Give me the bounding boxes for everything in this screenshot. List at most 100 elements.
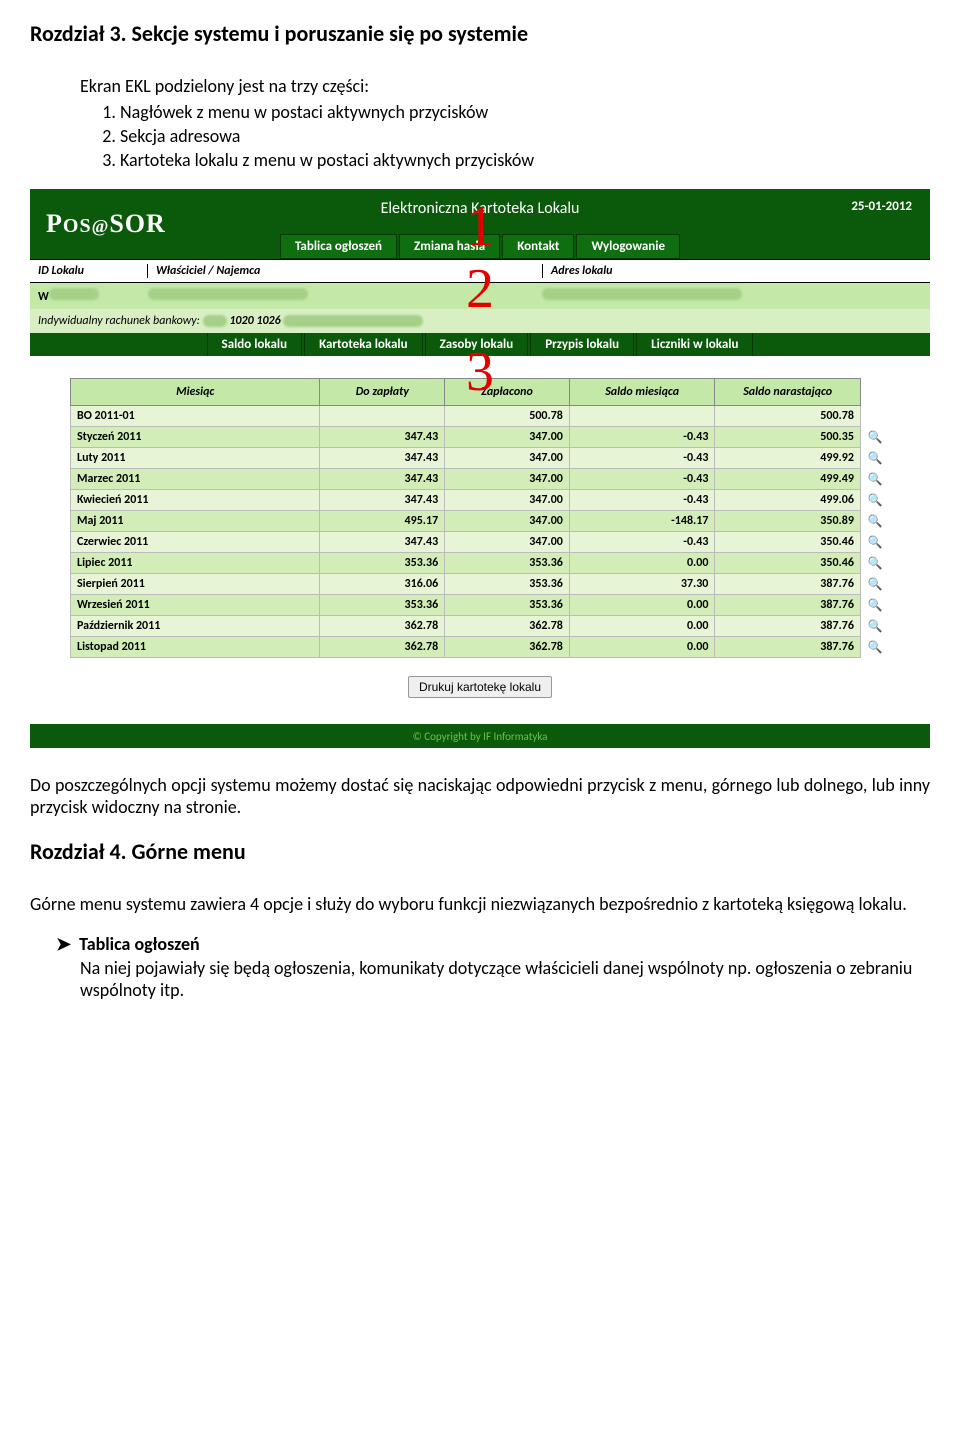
cell-saldo-miesiaca: 0.00 [569,637,715,658]
magnifier-icon[interactable]: 🔍 [867,494,882,508]
top-menu: Tablica ogłoszeń Zmiana hasła Kontakt Wy… [280,234,680,259]
cell-zaplacono: 362.78 [445,616,570,637]
cell-zaplacono: 347.00 [445,427,570,448]
magnifier-icon[interactable]: 🔍 [867,536,882,550]
cell-zaplacono: 500.78 [445,406,570,427]
cell-do-zaplaty [320,406,445,427]
cell-do-zaplaty: 347.43 [320,469,445,490]
magnifier-icon[interactable]: 🔍 [867,515,882,529]
bullet-body: Na niej pojawiały się będą ogłoszenia, k… [80,957,930,1001]
cell-month: Czerwiec 2011 [71,532,320,553]
table-row: Kwiecień 2011347.43347.00-0.43499.06🔍 [71,490,890,511]
cell-saldo-narastajaco: 499.49 [715,469,861,490]
menu-wylogowanie[interactable]: Wylogowanie [576,234,680,259]
cell-zaplacono: 347.00 [445,490,570,511]
bank-label: Indywidualny rachunek bankowy: [38,314,200,328]
tab-kartoteka-lokalu[interactable]: Kartoteka lokalu [304,333,423,356]
menu-tablica-ogloszen[interactable]: Tablica ogłoszeń [280,234,397,259]
cell-do-zaplaty: 316.06 [320,574,445,595]
magnifier-icon[interactable]: 🔍 [867,431,882,445]
magnifier-icon[interactable]: 🔍 [867,620,882,634]
section-menu: Saldo lokalu Kartoteka lokalu Zasoby lok… [30,333,930,356]
cell-do-zaplaty: 353.36 [320,553,445,574]
magnifier-icon[interactable]: 🔍 [867,578,882,592]
cell-zaplacono: 353.36 [445,553,570,574]
cell-month: Sierpień 2011 [71,574,320,595]
magnifier-icon[interactable]: 🔍 [867,599,882,613]
cell-saldo-miesiaca: -0.43 [569,490,715,511]
cell-month: Luty 2011 [71,448,320,469]
table-row: Październik 2011362.78362.780.00387.76🔍 [71,616,890,637]
bank-row: Indywidualny rachunek bankowy: 1020 1026 [30,309,930,333]
cell-saldo-narastajaco: 387.76 [715,595,861,616]
cell-do-zaplaty: 347.43 [320,532,445,553]
cell-month: Październik 2011 [71,616,320,637]
intro-item-2: Sekcja adresowa [120,125,930,147]
table-row: Wrzesień 2011353.36353.360.00387.76🔍 [71,595,890,616]
col-wlasciciel: Właściciel / Najemca [148,264,542,278]
cell-month: Maj 2011 [71,511,320,532]
cell-month: Kwiecień 2011 [71,490,320,511]
cell-zaplacono: 347.00 [445,511,570,532]
cell-month: Listopad 2011 [71,637,320,658]
table-row: Listopad 2011362.78362.780.00387.76🔍 [71,637,890,658]
th-saldo-narastajaco: Saldo narastająco [715,379,861,406]
magnifier-icon[interactable]: 🔍 [867,557,882,571]
footer-bar: © Copyright by IF Informatyka [30,724,930,748]
th-zaplacono: Zapłacono [445,379,570,406]
cell-saldo-narastajaco: 387.76 [715,574,861,595]
cell-saldo-miesiaca: -0.43 [569,427,715,448]
app-title: Elektroniczna Kartoteka Lokalu [381,199,580,218]
cell-saldo-miesiaca: 0.00 [569,553,715,574]
cell-zaplacono: 347.00 [445,532,570,553]
app-date: 25-01-2012 [851,199,912,214]
cell-saldo-miesiaca [569,406,715,427]
address-blurred [542,288,742,300]
magnifier-icon[interactable]: 🔍 [867,473,882,487]
app-screenshot: POS@SOR Elektroniczna Kartoteka Lokalu 2… [30,189,930,748]
cell-month: Wrzesień 2011 [71,595,320,616]
id-lokalu-value: W [38,290,49,304]
chapter-3-title: Rozdział 3. Sekcje systemu i poruszanie … [30,20,930,47]
table-row: Luty 2011347.43347.00-0.43499.92🔍 [71,448,890,469]
table-row: Marzec 2011347.43347.00-0.43499.49🔍 [71,469,890,490]
cell-saldo-narastajaco: 500.78 [715,406,861,427]
th-saldo-miesiaca: Saldo miesiąca [569,379,715,406]
tab-saldo-lokalu[interactable]: Saldo lokalu [207,333,303,356]
cell-zaplacono: 347.00 [445,448,570,469]
paragraph-options: Do poszczególnych opcji systemu możemy d… [30,774,930,818]
table-row: Styczeń 2011347.43347.00-0.43500.35🔍 [71,427,890,448]
magnifier-icon[interactable]: 🔍 [867,452,882,466]
cell-saldo-narastajaco: 350.89 [715,511,861,532]
chapter-4-paragraph: Górne menu systemu zawiera 4 opcje i słu… [30,893,930,915]
cell-saldo-narastajaco: 499.06 [715,490,861,511]
th-do-zaplaty: Do zapłaty [320,379,445,406]
owner-blurred [148,288,308,300]
menu-kontakt[interactable]: Kontakt [502,234,574,259]
id-data-row: W [30,283,930,309]
tab-zasoby-lokalu[interactable]: Zasoby lokalu [425,333,529,356]
table-row: Maj 2011495.17347.00-148.17350.89🔍 [71,511,890,532]
cell-saldo-narastajaco: 387.76 [715,616,861,637]
table-row: Czerwiec 2011347.43347.00-0.43350.46🔍 [71,532,890,553]
cell-zaplacono: 362.78 [445,637,570,658]
tab-przypis-lokalu[interactable]: Przypis lokalu [530,333,634,356]
menu-zmiana-hasla[interactable]: Zmiana hasła [399,234,500,259]
cell-do-zaplaty: 353.36 [320,595,445,616]
chapter-4-title: Rozdział 4. Górne menu [30,838,930,865]
col-adres: Adres lokalu [542,264,922,278]
print-button[interactable]: Drukuj kartotekę lokalu [408,676,552,698]
cell-month: Styczeń 2011 [71,427,320,448]
bullet-head: Tablica ogłoszeń [80,933,930,955]
intro-item-3: Kartoteka lokalu z menu w postaci aktywn… [120,149,930,171]
cell-saldo-miesiaca: -0.43 [569,532,715,553]
intro-list: Nagłówek z menu w postaci aktywnych przy… [120,101,930,171]
table-row: Lipiec 2011353.36353.360.00350.46🔍 [71,553,890,574]
cell-saldo-miesiaca: 37.30 [569,574,715,595]
ledger-table: Miesiąc Do zapłaty Zapłacono Saldo miesi… [70,378,890,658]
cell-saldo-miesiaca: -0.43 [569,469,715,490]
cell-saldo-narastajaco: 387.76 [715,637,861,658]
cell-saldo-miesiaca: 0.00 [569,616,715,637]
tab-liczniki-w-lokalu[interactable]: Liczniki w lokalu [636,333,753,356]
magnifier-icon[interactable]: 🔍 [868,641,883,655]
